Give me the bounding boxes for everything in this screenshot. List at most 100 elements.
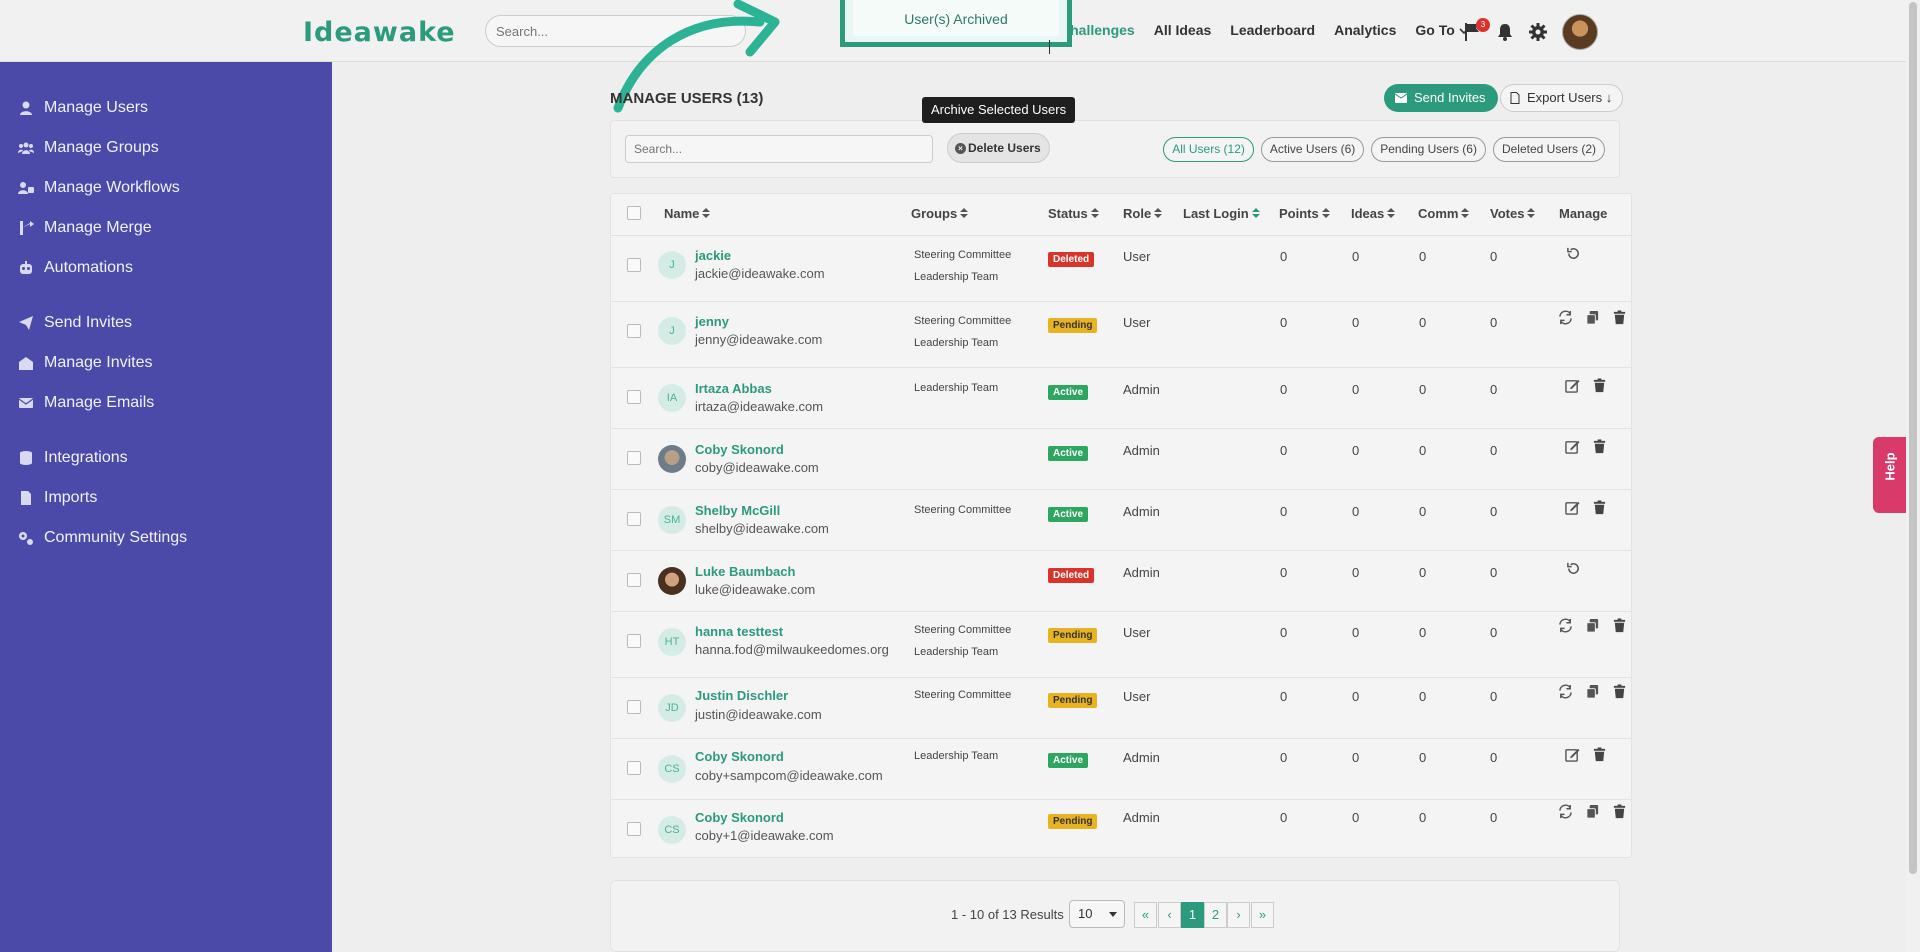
- last-page-button[interactable]: »: [1251, 902, 1274, 928]
- sidebar-item-imports[interactable]: Imports: [0, 478, 332, 518]
- trash-icon[interactable]: [1612, 804, 1627, 819]
- select-all-checkbox[interactable]: [627, 206, 641, 220]
- table-row: J jenny jenny@ideawake.com Steering Comm…: [610, 302, 1632, 368]
- edit-icon[interactable]: [1565, 747, 1580, 762]
- filter-active-users[interactable]: Active Users (6): [1260, 137, 1365, 162]
- column-header-groups[interactable]: Groups: [911, 206, 969, 221]
- scrollbar-thumb[interactable]: [1909, 2, 1917, 874]
- user-name-link[interactable]: hanna testtest: [695, 624, 783, 639]
- row-checkbox[interactable]: [627, 390, 641, 404]
- trash-icon[interactable]: [1592, 747, 1607, 762]
- row-checkbox[interactable]: [627, 512, 641, 526]
- nav-go-to[interactable]: Go To: [1415, 22, 1469, 38]
- row-checkbox[interactable]: [627, 324, 641, 338]
- trash-icon[interactable]: [1592, 500, 1607, 515]
- row-checkbox[interactable]: [627, 822, 641, 836]
- copy-icon[interactable]: [1585, 310, 1600, 325]
- edit-icon[interactable]: [1565, 439, 1580, 454]
- sidebar-item-manage-groups[interactable]: Manage Groups: [0, 128, 332, 168]
- user-name-link[interactable]: Shelby McGill: [695, 503, 780, 518]
- nav-all-ideas[interactable]: All Ideas: [1154, 22, 1212, 38]
- restore-icon[interactable]: [1566, 246, 1581, 261]
- sidebar-item-manage-users[interactable]: Manage Users: [0, 88, 332, 128]
- user-name-link[interactable]: Luke Baumbach: [695, 564, 795, 579]
- row-checkbox[interactable]: [627, 700, 641, 714]
- filter-all-users[interactable]: All Users (12): [1163, 137, 1254, 162]
- export-users-button[interactable]: Export Users ↓: [1500, 84, 1624, 112]
- trash-icon[interactable]: [1612, 618, 1627, 633]
- flag-button[interactable]: 3: [1464, 18, 1490, 42]
- row-checkbox[interactable]: [627, 761, 641, 775]
- filter-pending-users[interactable]: Pending Users (6): [1371, 137, 1486, 162]
- row-checkbox[interactable]: [627, 573, 641, 587]
- resend-icon[interactable]: [1558, 684, 1573, 699]
- sidebar-item-automations[interactable]: Automations: [0, 248, 332, 288]
- archive-tooltip: Archive Selected Users: [922, 97, 1076, 123]
- edit-icon[interactable]: [1565, 500, 1580, 515]
- user-name-link[interactable]: Coby Skonord: [695, 810, 784, 825]
- column-header-name[interactable]: Name: [664, 206, 711, 221]
- page-2-button[interactable]: 2: [1204, 902, 1227, 928]
- user-name-link[interactable]: Justin Dischler: [695, 688, 788, 703]
- sidebar-item-manage-merge[interactable]: Manage Merge: [0, 208, 332, 248]
- sidebar-item-manage-emails[interactable]: Manage Emails: [0, 383, 332, 423]
- restore-icon[interactable]: [1566, 561, 1581, 576]
- trash-icon[interactable]: [1592, 378, 1607, 393]
- gear-icon[interactable]: [1528, 22, 1548, 42]
- row-checkbox[interactable]: [627, 634, 641, 648]
- sidebar-item-send-invites[interactable]: Send Invites: [0, 303, 332, 343]
- avatar: SM: [658, 506, 686, 534]
- resend-icon[interactable]: [1558, 310, 1573, 325]
- filter-deleted-users[interactable]: Deleted Users (2): [1492, 137, 1605, 162]
- column-header-ideas[interactable]: Ideas: [1351, 206, 1396, 221]
- points-value: 0: [1280, 315, 1288, 330]
- copy-icon[interactable]: [1585, 804, 1600, 819]
- delete-users-button[interactable]: × Delete Users: [947, 133, 1050, 163]
- copy-icon[interactable]: [1585, 684, 1600, 699]
- resend-icon[interactable]: [1558, 804, 1573, 819]
- column-header-points[interactable]: Points: [1279, 206, 1330, 221]
- first-page-button[interactable]: «: [1134, 902, 1157, 928]
- send-invites-button[interactable]: Send Invites: [1384, 84, 1498, 112]
- per-page-select[interactable]: 10: [1069, 900, 1125, 928]
- sidebar-item-manage-workflows[interactable]: Manage Workflows: [0, 168, 332, 208]
- row-actions: [1558, 310, 1627, 325]
- trash-icon[interactable]: [1612, 310, 1627, 325]
- nav-leaderboard[interactable]: Leaderboard: [1230, 22, 1315, 38]
- user-email: luke@ideawake.com: [695, 582, 816, 597]
- user-name-link[interactable]: Coby Skonord: [695, 749, 784, 764]
- row-actions: [1558, 684, 1627, 699]
- row-actions: [1566, 246, 1581, 261]
- user-name-link[interactable]: jenny: [695, 314, 729, 329]
- row-checkbox[interactable]: [627, 451, 641, 465]
- ideawake-logo[interactable]: Ideawake: [303, 17, 456, 48]
- next-page-button[interactable]: ›: [1227, 902, 1250, 928]
- column-label: Last Login: [1183, 206, 1249, 221]
- prev-page-button[interactable]: ‹: [1158, 902, 1181, 928]
- column-header-role[interactable]: Role: [1123, 206, 1163, 221]
- column-header-status[interactable]: Status: [1048, 206, 1099, 221]
- nav-analytics[interactable]: Analytics: [1334, 22, 1396, 38]
- users-search-input[interactable]: [625, 135, 933, 163]
- sidebar-item-community-settings[interactable]: Community Settings: [0, 518, 332, 558]
- user-avatar[interactable]: [1562, 14, 1598, 50]
- user-name-link[interactable]: Coby Skonord: [695, 442, 784, 457]
- column-header-comm[interactable]: Comm: [1418, 206, 1470, 221]
- bell-icon[interactable]: [1496, 22, 1514, 42]
- column-header-votes[interactable]: Votes: [1490, 206, 1536, 221]
- resend-icon[interactable]: [1558, 618, 1573, 633]
- edit-icon[interactable]: [1565, 378, 1580, 393]
- votes-value: 0: [1490, 565, 1498, 580]
- page-scrollbar[interactable]: [1906, 0, 1920, 952]
- row-checkbox[interactable]: [627, 258, 641, 272]
- user-name-link[interactable]: jackie: [695, 248, 731, 263]
- copy-icon[interactable]: [1585, 618, 1600, 633]
- votes-value: 0: [1490, 504, 1498, 519]
- sidebar-item-integrations[interactable]: Integrations: [0, 438, 332, 478]
- user-name-link[interactable]: Irtaza Abbas: [695, 381, 772, 396]
- page-1-button[interactable]: 1: [1181, 902, 1204, 928]
- column-header-last-login[interactable]: Last Login: [1183, 206, 1260, 221]
- trash-icon[interactable]: [1592, 439, 1607, 454]
- sidebar-item-manage-invites[interactable]: Manage Invites: [0, 343, 332, 383]
- trash-icon[interactable]: [1612, 684, 1627, 699]
